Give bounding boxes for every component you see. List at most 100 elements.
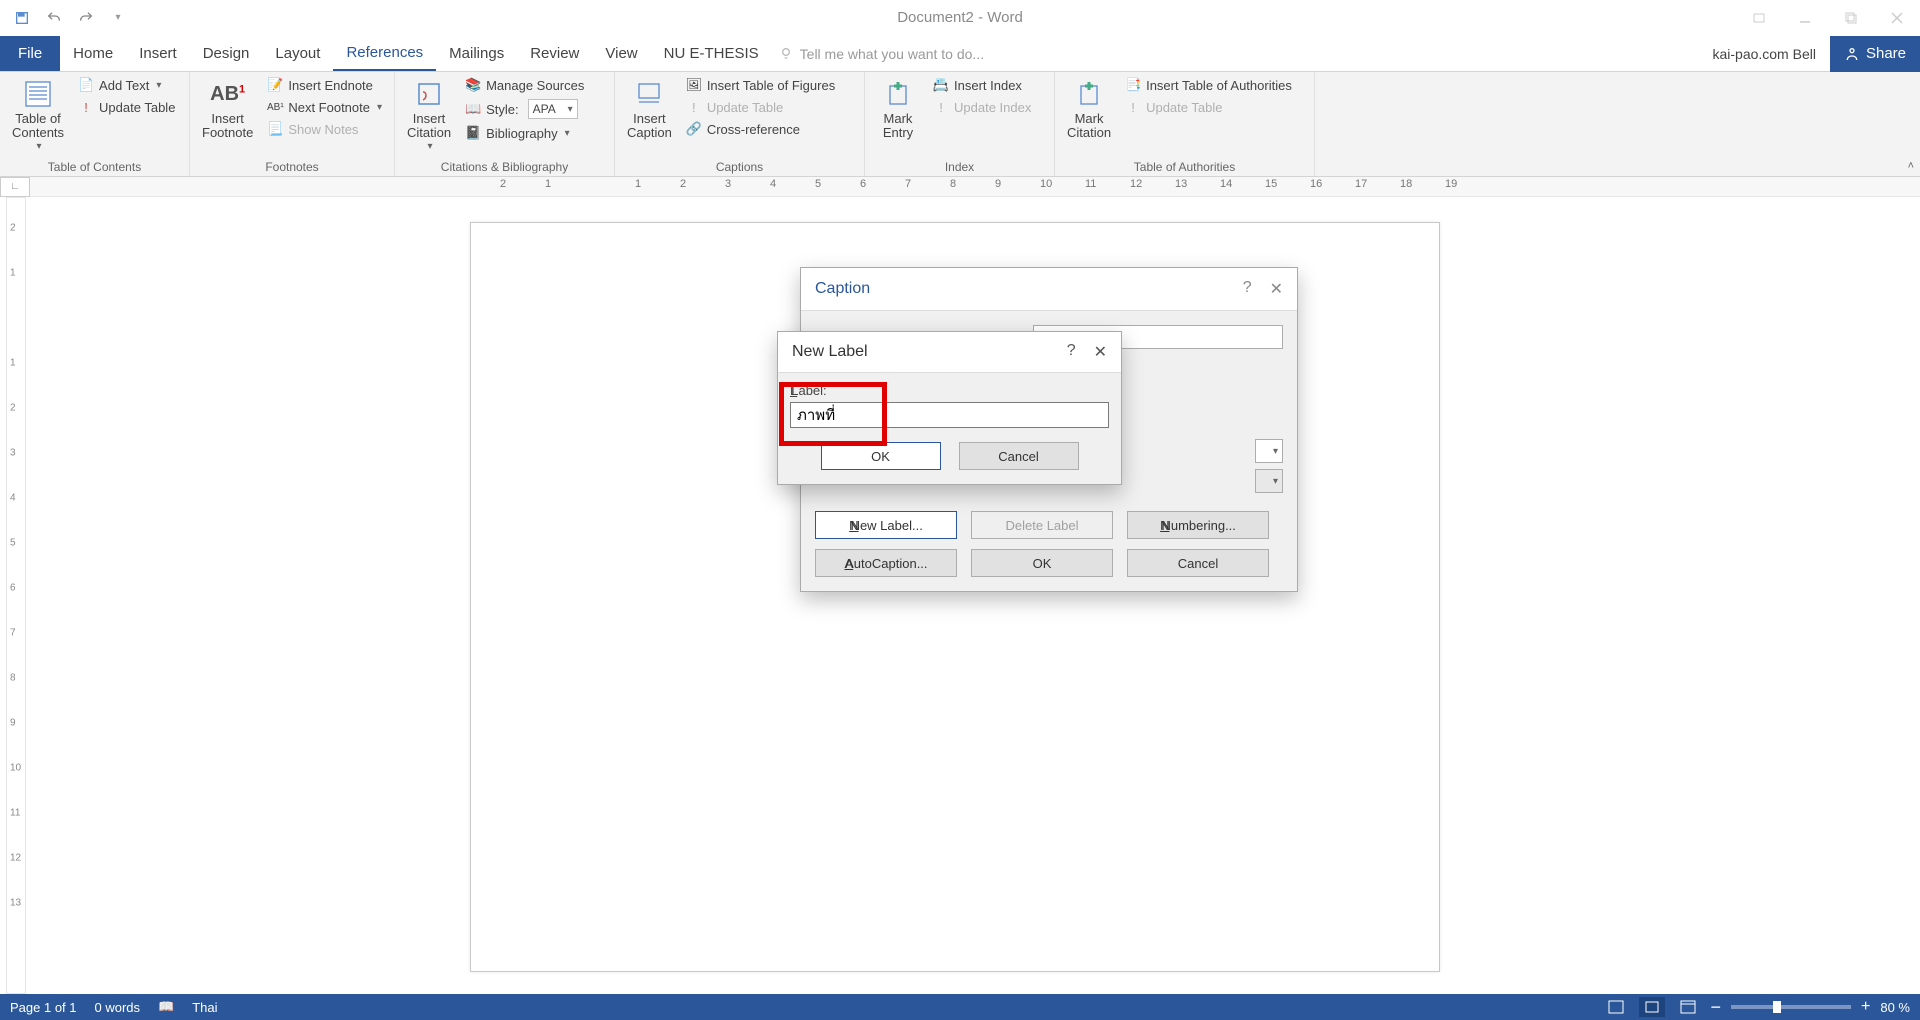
caption-dialog-title: Caption [815, 280, 870, 298]
mark-citation-button[interactable]: Mark Citation [1063, 76, 1115, 143]
close-icon[interactable]: ✕ [1094, 342, 1107, 362]
numbering-button[interactable]: NNumbering... [1127, 511, 1269, 539]
read-mode-icon[interactable] [1603, 997, 1629, 1017]
tell-me-search[interactable]: Tell me what you want to do... [778, 36, 984, 71]
tab-selector[interactable]: ∟ [0, 177, 30, 197]
tab-insert[interactable]: Insert [126, 36, 190, 71]
insert-footnote-button[interactable]: AB1 Insert Footnote [198, 76, 257, 143]
tab-layout[interactable]: Layout [262, 36, 333, 71]
bibliography-button[interactable]: 📓Bibliography▾ [463, 124, 586, 142]
collapse-ribbon-icon[interactable]: ˄ [1908, 160, 1914, 172]
vruler-tick: 4 [10, 493, 16, 504]
zoom-level[interactable]: 80 % [1880, 1000, 1910, 1015]
show-notes-button[interactable]: 📃Show Notes [265, 120, 384, 138]
update-icon: ! [933, 99, 949, 115]
ribbon-display-icon[interactable] [1736, 0, 1782, 36]
status-words[interactable]: 0 words [95, 1000, 141, 1015]
ruler-tick: 15 [1265, 178, 1277, 190]
vruler-tick: 7 [10, 628, 16, 639]
insert-table-of-figures-button[interactable]: 🖼Insert Table of Figures [684, 76, 837, 94]
ruler-tick: 9 [995, 178, 1001, 190]
horizontal-ruler-row: ∟ 2112345678910111213141516171819 [0, 177, 1920, 197]
quick-access-toolbar: ▾ [0, 4, 132, 32]
manage-sources-icon: 📚 [465, 77, 481, 93]
tab-references[interactable]: References [333, 36, 436, 71]
group-label-authorities: Table of Authorities [1063, 158, 1306, 174]
delete-label-button: Delete Label [971, 511, 1113, 539]
cross-reference-button[interactable]: 🔗Cross-reference [684, 120, 837, 138]
zoom-out-icon[interactable]: − [1711, 997, 1722, 1018]
status-language[interactable]: Thai [192, 1000, 217, 1015]
save-icon[interactable] [8, 4, 36, 32]
status-page[interactable]: Page 1 of 1 [10, 1000, 77, 1015]
tab-file[interactable]: File [0, 36, 60, 71]
proofing-icon[interactable]: 📖 [158, 999, 174, 1015]
vruler-tick: 1 [10, 358, 16, 369]
vruler-tick: 10 [10, 763, 21, 774]
caption-cancel-button[interactable]: Cancel [1127, 549, 1269, 577]
insert-caption-button[interactable]: Insert Caption [623, 76, 676, 143]
qat-customize-icon[interactable]: ▾ [104, 4, 132, 32]
print-layout-icon[interactable] [1639, 997, 1665, 1017]
new-label-dialog: New Label ? ✕ LLabel: OK Cancel [777, 331, 1122, 485]
insert-toa-button[interactable]: 📑Insert Table of Authorities [1123, 76, 1294, 94]
autocaption-button[interactable]: AAutoCaption... [815, 549, 957, 577]
group-label-footnotes: Footnotes [198, 158, 386, 174]
zoom-in-icon[interactable]: + [1861, 998, 1870, 1016]
user-name[interactable]: kai-pao.com Bell [1712, 46, 1820, 62]
group-label-citations: Citations & Bibliography [403, 158, 606, 174]
insert-index-icon: 📇 [933, 77, 949, 93]
tab-view[interactable]: View [592, 36, 650, 71]
insert-endnote-button[interactable]: 📝Insert Endnote [265, 76, 384, 94]
footnote-icon: AB1 [212, 78, 244, 110]
mark-entry-button[interactable]: Mark Entry [873, 76, 923, 143]
group-label-captions: Captions [623, 158, 856, 174]
update-toc-button[interactable]: !Update Table [76, 98, 177, 116]
table-of-contents-button[interactable]: Table of Contents ▾ [8, 76, 68, 154]
caption-ok-button[interactable]: OK [971, 549, 1113, 577]
maximize-icon[interactable] [1828, 0, 1874, 36]
add-text-button[interactable]: 📄Add Text▾ [76, 76, 177, 94]
share-button[interactable]: Share [1830, 36, 1920, 72]
insert-index-button[interactable]: 📇Insert Index [931, 76, 1033, 94]
close-icon[interactable]: ✕ [1270, 279, 1283, 299]
update-index-button[interactable]: !Update Index [931, 98, 1033, 116]
zoom-slider[interactable] [1731, 1005, 1851, 1009]
ruler-tick: 7 [905, 178, 911, 190]
ruler-tick: 6 [860, 178, 866, 190]
help-icon[interactable]: ? [1067, 342, 1076, 362]
new-label-cancel-button[interactable]: Cancel [959, 442, 1079, 470]
undo-icon[interactable] [40, 4, 68, 32]
new-label-ok-button[interactable]: OK [821, 442, 941, 470]
new-label-button[interactable]: NNew Label... [815, 511, 957, 539]
next-footnote-button[interactable]: AB¹Next Footnote▾ [265, 98, 384, 116]
tab-design[interactable]: Design [190, 36, 263, 71]
minimize-icon[interactable] [1782, 0, 1828, 36]
update-caption-table-button[interactable]: !Update Table [684, 98, 837, 116]
web-layout-icon[interactable] [1675, 997, 1701, 1017]
mark-citation-icon [1073, 78, 1105, 110]
manage-sources-button[interactable]: 📚Manage Sources [463, 76, 586, 94]
close-icon[interactable] [1874, 0, 1920, 36]
label-input[interactable] [790, 402, 1109, 428]
ribbon: Table of Contents ▾ 📄Add Text▾ !Update T… [0, 72, 1920, 177]
tell-me-placeholder: Tell me what you want to do... [800, 46, 984, 62]
ruler-tick: 2 [500, 178, 506, 190]
label-field-label: LLabel: [790, 383, 1109, 398]
redo-icon[interactable] [72, 4, 100, 32]
insert-citation-button[interactable]: Insert Citation ▾ [403, 76, 455, 154]
tab-home[interactable]: Home [60, 36, 126, 71]
tab-review[interactable]: Review [517, 36, 592, 71]
tab-nu-ethesis[interactable]: NU E-THESIS [651, 36, 772, 71]
help-icon[interactable]: ? [1243, 279, 1252, 299]
share-label: Share [1866, 45, 1906, 62]
citation-style-combo[interactable]: 📖Style:APA▾ [463, 98, 586, 120]
caption-position-combo[interactable]: ▾ [1255, 439, 1283, 463]
update-toa-button[interactable]: !Update Table [1123, 98, 1294, 116]
vertical-ruler[interactable]: 2112345678910111213 [6, 197, 26, 994]
ruler-tick: 2 [680, 178, 686, 190]
caption-label-combo[interactable]: ▾ [1255, 469, 1283, 493]
vruler-tick: 9 [10, 718, 16, 729]
ruler-tick: 12 [1130, 178, 1142, 190]
tab-mailings[interactable]: Mailings [436, 36, 517, 71]
